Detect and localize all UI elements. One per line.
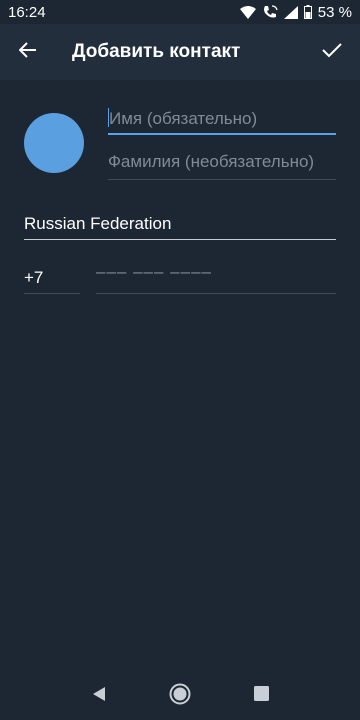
first-name-placeholder: Имя (обязательно) [109,109,258,128]
status-bar: 16:24 53 % [0,0,360,24]
country-code-field[interactable]: +7 [24,268,43,288]
country-code-value: +7 [24,268,44,287]
phone-placeholder: ––– ––– –––– [96,262,212,281]
status-time: 16:24 [8,3,46,21]
back-triangle-icon[interactable] [91,686,107,707]
back-button[interactable] [0,24,56,80]
wifi-icon [239,5,256,19]
battery-percent: 53 % [317,3,352,21]
phone-field[interactable]: ––– ––– –––– [96,262,212,282]
last-name-field[interactable]: Фамилия (необязательно) [108,152,314,172]
system-nav-bar [0,672,360,720]
status-icons: 53 % [239,3,352,21]
first-name-field[interactable]: Имя (обязательно) [108,108,257,129]
avatar[interactable] [24,113,84,173]
battery-icon [303,5,312,19]
country-underline [24,239,336,240]
arrow-left-icon [18,41,37,64]
check-icon [322,42,342,63]
last-name-placeholder: Фамилия (необязательно) [108,152,315,171]
phone-underline [96,293,336,294]
country-value: Russian Federation [24,214,172,233]
country-code-underline [24,293,80,294]
done-button[interactable] [304,24,360,80]
signal-icon [283,5,298,19]
recents-square-icon[interactable] [253,686,269,706]
first-name-underline [108,133,336,135]
last-name-underline [108,179,336,180]
app-bar: Добавить контакт [0,24,360,80]
wifi-call-icon [262,4,278,20]
country-field[interactable]: Russian Federation [24,214,171,234]
add-contact-form: Имя (обязательно) Фамилия (необязательно… [0,80,360,672]
page-title: Добавить контакт [72,41,241,62]
home-circle-icon[interactable] [169,683,191,710]
